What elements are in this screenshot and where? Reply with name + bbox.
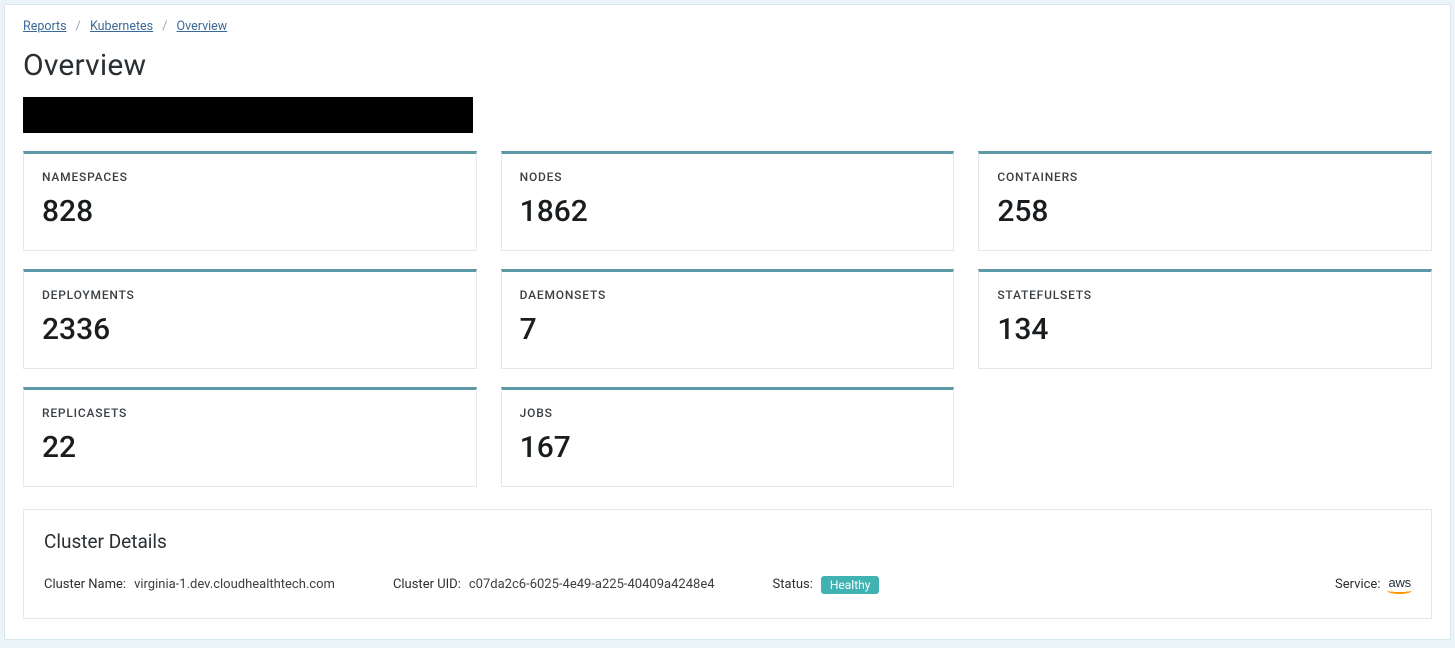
- card-value: 22: [42, 430, 458, 465]
- detail-label: Cluster UID:: [393, 577, 461, 592]
- card-label: JOBS: [520, 406, 936, 420]
- card-value: 7: [520, 312, 936, 347]
- breadcrumb: Reports / Kubernetes / Overview: [5, 5, 1450, 42]
- cluster-details-title: Cluster Details: [44, 530, 1411, 553]
- page-container: Reports / Kubernetes / Overview Overview…: [4, 4, 1451, 640]
- card-label: NAMESPACES: [42, 170, 458, 184]
- breadcrumb-link-overview[interactable]: Overview: [177, 19, 228, 34]
- card-statefulsets[interactable]: STATEFULSETS 134: [978, 269, 1432, 369]
- cluster-details-row: Cluster Name: virginia-1.dev.cloudhealth…: [44, 575, 1411, 594]
- detail-label: Cluster Name:: [44, 577, 126, 592]
- breadcrumb-separator: /: [156, 19, 173, 34]
- card-label: CONTAINERS: [997, 170, 1413, 184]
- detail-cluster-uid: Cluster UID: c07da2c6-6025-4e49-a225-404…: [393, 577, 715, 592]
- detail-service: Service: aws: [1335, 575, 1411, 594]
- cluster-details-panel: Cluster Details Cluster Name: virginia-1…: [23, 509, 1432, 619]
- breadcrumb-link-kubernetes[interactable]: Kubernetes: [90, 19, 153, 34]
- status-badge: Healthy: [821, 576, 880, 594]
- breadcrumb-separator: /: [70, 19, 87, 34]
- card-replicasets[interactable]: REPLICASETS 22: [23, 387, 477, 487]
- page-title: Overview: [5, 42, 1450, 97]
- card-value: 1862: [520, 194, 936, 229]
- card-containers[interactable]: CONTAINERS 258: [978, 151, 1432, 251]
- card-nodes[interactable]: NODES 1862: [501, 151, 955, 251]
- detail-label: Status:: [773, 577, 813, 592]
- card-label: REPLICASETS: [42, 406, 458, 420]
- aws-logo-icon: aws: [1388, 575, 1411, 594]
- empty-grid-cell: [978, 387, 1432, 487]
- card-value: 2336: [42, 312, 458, 347]
- card-value: 134: [997, 312, 1413, 347]
- detail-label: Service:: [1335, 577, 1380, 592]
- detail-value: virginia-1.dev.cloudhealthtech.com: [134, 577, 335, 592]
- card-value: 258: [997, 194, 1413, 229]
- card-namespaces[interactable]: NAMESPACES 828: [23, 151, 477, 251]
- detail-value: c07da2c6-6025-4e49-a225-40409a4248e4: [469, 577, 715, 592]
- card-label: DAEMONSETS: [520, 288, 936, 302]
- card-label: STATEFULSETS: [997, 288, 1413, 302]
- card-value: 828: [42, 194, 458, 229]
- card-label: NODES: [520, 170, 936, 184]
- card-daemonsets[interactable]: DAEMONSETS 7: [501, 269, 955, 369]
- detail-cluster-name: Cluster Name: virginia-1.dev.cloudhealth…: [44, 577, 335, 592]
- summary-cards-grid: NAMESPACES 828 NODES 1862 CONTAINERS 258…: [5, 151, 1450, 509]
- redacted-block: [23, 97, 473, 133]
- card-deployments[interactable]: DEPLOYMENTS 2336: [23, 269, 477, 369]
- breadcrumb-link-reports[interactable]: Reports: [23, 19, 67, 34]
- card-value: 167: [520, 430, 936, 465]
- card-jobs[interactable]: JOBS 167: [501, 387, 955, 487]
- detail-status: Status: Healthy: [773, 576, 880, 594]
- card-label: DEPLOYMENTS: [42, 288, 458, 302]
